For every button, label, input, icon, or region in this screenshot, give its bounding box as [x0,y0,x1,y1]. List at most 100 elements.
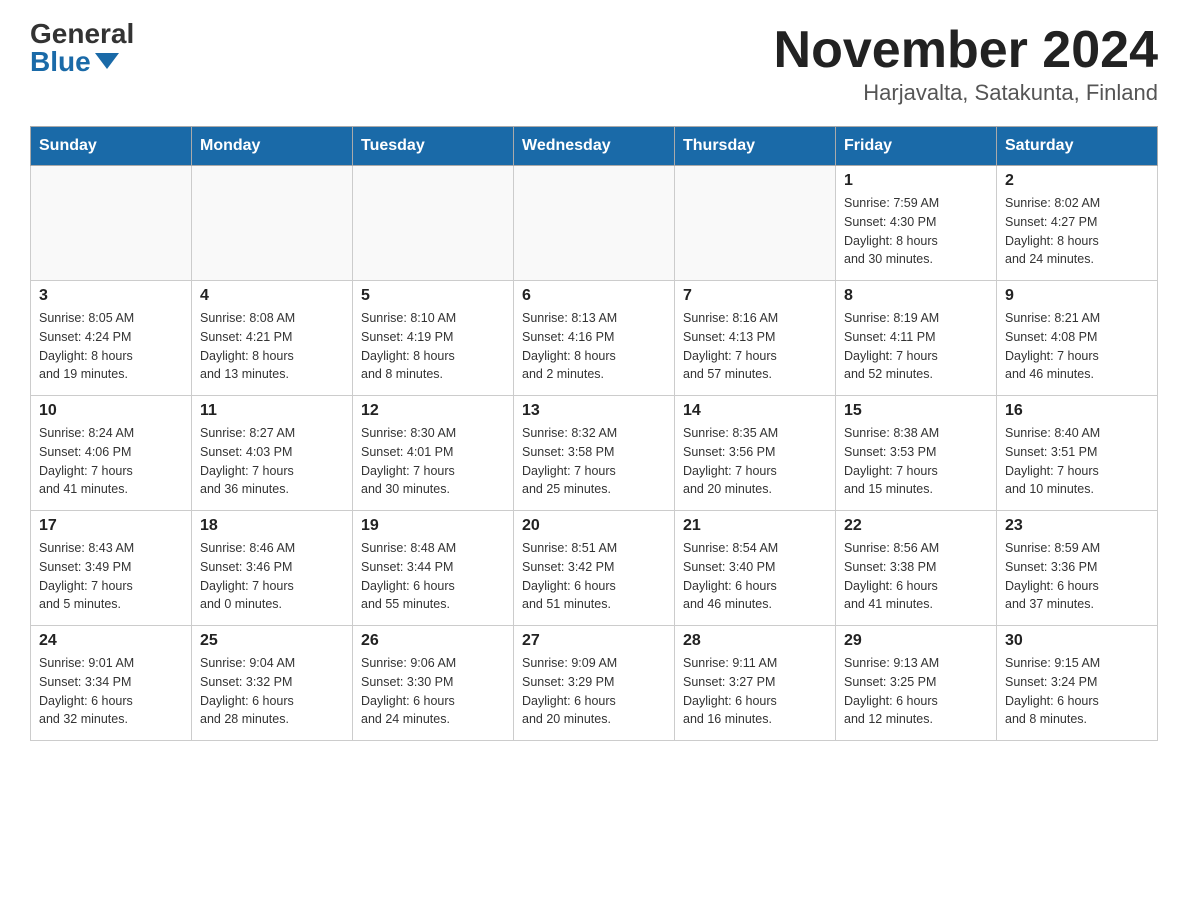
day-info: Sunrise: 8:38 AM Sunset: 3:53 PM Dayligh… [844,424,988,499]
calendar-cell: 30 Sunrise: 9:15 AM Sunset: 3:24 PM Dayli… [997,626,1158,741]
location-text: Harjavalta, Satakunta, Finland [774,80,1158,106]
calendar-cell: 27 Sunrise: 9:09 AM Sunset: 3:29 PM Dayli… [514,626,675,741]
day-number: 14 [683,402,827,420]
calendar-header-row: SundayMondayTuesdayWednesdayThursdayFrid… [31,127,1158,166]
calendar-cell: 19Sunrise: 8:48 AM Sunset: 3:44 PM Dayli… [353,511,514,626]
day-number: 11 [200,402,344,420]
week-row-4: 17 Sunrise: 8:43 AM Sunset: 3:49 PM Dayli… [31,511,1158,626]
day-number: 2 [1005,172,1149,190]
day-number: 13 [522,402,666,420]
week-row-5: 24Sunrise: 9:01 AM Sunset: 3:34 PM Dayli… [31,626,1158,741]
calendar-cell: 26Sunrise: 9:06 AM Sunset: 3:30 PM Dayli… [353,626,514,741]
calendar-cell: 17 Sunrise: 8:43 AM Sunset: 3:49 PM Dayli… [31,511,192,626]
calendar-cell: 5 Sunrise: 8:10 AM Sunset: 4:19 PM Daylig… [353,281,514,396]
calendar-cell [353,166,514,281]
day-number: 12 [361,402,505,420]
calendar-cell: 1 Sunrise: 7:59 AM Sunset: 4:30 PM Daylig… [836,166,997,281]
day-info: Sunrise: 9:09 AM Sunset: 3:29 PM Dayligh… [522,654,666,729]
calendar-cell [192,166,353,281]
day-info: Sunrise: 9:04 AM Sunset: 3:32 PM Dayligh… [200,654,344,729]
day-number: 24 [39,632,183,650]
calendar-cell: 6 Sunrise: 8:13 AM Sunset: 4:16 PM Daylig… [514,281,675,396]
calendar-cell: 3 Sunrise: 8:05 AM Sunset: 4:24 PM Daylig… [31,281,192,396]
day-number: 29 [844,632,988,650]
day-number: 9 [1005,287,1149,305]
calendar-cell [31,166,192,281]
day-number: 6 [522,287,666,305]
day-info: Sunrise: 8:13 AM Sunset: 4:16 PM Dayligh… [522,309,666,384]
day-number: 28 [683,632,827,650]
weekday-header-tuesday: Tuesday [353,127,514,166]
calendar-cell: 23 Sunrise: 8:59 AM Sunset: 3:36 PM Dayli… [997,511,1158,626]
day-number: 10 [39,402,183,420]
day-number: 22 [844,517,988,535]
page-header: General Blue November 2024 Harjavalta, S… [30,20,1158,106]
day-info: Sunrise: 9:13 AM Sunset: 3:25 PM Dayligh… [844,654,988,729]
weekday-header-friday: Friday [836,127,997,166]
day-info: Sunrise: 8:32 AM Sunset: 3:58 PM Dayligh… [522,424,666,499]
calendar-cell: 9 Sunrise: 8:21 AM Sunset: 4:08 PM Daylig… [997,281,1158,396]
day-number: 25 [200,632,344,650]
day-info: Sunrise: 8:10 AM Sunset: 4:19 PM Dayligh… [361,309,505,384]
day-info: Sunrise: 8:56 AM Sunset: 3:38 PM Dayligh… [844,539,988,614]
logo-blue-text: Blue [30,48,119,76]
calendar-table: SundayMondayTuesdayWednesdayThursdayFrid… [30,126,1158,741]
day-info: Sunrise: 8:02 AM Sunset: 4:27 PM Dayligh… [1005,194,1149,269]
day-info: Sunrise: 8:59 AM Sunset: 3:36 PM Dayligh… [1005,539,1149,614]
day-number: 4 [200,287,344,305]
calendar-cell: 28Sunrise: 9:11 AM Sunset: 3:27 PM Dayli… [675,626,836,741]
weekday-header-saturday: Saturday [997,127,1158,166]
weekday-header-sunday: Sunday [31,127,192,166]
calendar-cell: 24Sunrise: 9:01 AM Sunset: 3:34 PM Dayli… [31,626,192,741]
day-number: 5 [361,287,505,305]
calendar-cell: 22 Sunrise: 8:56 AM Sunset: 3:38 PM Dayli… [836,511,997,626]
day-info: Sunrise: 8:43 AM Sunset: 3:49 PM Dayligh… [39,539,183,614]
calendar-cell: 10 Sunrise: 8:24 AM Sunset: 4:06 PM Dayli… [31,396,192,511]
day-info: Sunrise: 8:48 AM Sunset: 3:44 PM Dayligh… [361,539,505,614]
logo: General Blue [30,20,134,76]
day-number: 8 [844,287,988,305]
day-info: Sunrise: 8:05 AM Sunset: 4:24 PM Dayligh… [39,309,183,384]
day-info: Sunrise: 8:08 AM Sunset: 4:21 PM Dayligh… [200,309,344,384]
day-info: Sunrise: 8:30 AM Sunset: 4:01 PM Dayligh… [361,424,505,499]
day-info: Sunrise: 8:24 AM Sunset: 4:06 PM Dayligh… [39,424,183,499]
week-row-2: 3 Sunrise: 8:05 AM Sunset: 4:24 PM Daylig… [31,281,1158,396]
calendar-cell: 29 Sunrise: 9:13 AM Sunset: 3:25 PM Dayli… [836,626,997,741]
day-info: Sunrise: 7:59 AM Sunset: 4:30 PM Dayligh… [844,194,988,269]
calendar-cell: 2 Sunrise: 8:02 AM Sunset: 4:27 PM Daylig… [997,166,1158,281]
day-info: Sunrise: 8:21 AM Sunset: 4:08 PM Dayligh… [1005,309,1149,384]
day-number: 27 [522,632,666,650]
day-info: Sunrise: 8:19 AM Sunset: 4:11 PM Dayligh… [844,309,988,384]
day-number: 30 [1005,632,1149,650]
day-number: 1 [844,172,988,190]
calendar-cell: 16Sunrise: 8:40 AM Sunset: 3:51 PM Dayli… [997,396,1158,511]
day-number: 16 [1005,402,1149,420]
day-number: 15 [844,402,988,420]
week-row-3: 10 Sunrise: 8:24 AM Sunset: 4:06 PM Dayli… [31,396,1158,511]
day-info: Sunrise: 8:16 AM Sunset: 4:13 PM Dayligh… [683,309,827,384]
day-number: 20 [522,517,666,535]
calendar-cell [514,166,675,281]
day-number: 23 [1005,517,1149,535]
day-number: 21 [683,517,827,535]
month-title: November 2024 [774,20,1158,80]
day-number: 7 [683,287,827,305]
calendar-cell [675,166,836,281]
calendar-cell: 4 Sunrise: 8:08 AM Sunset: 4:21 PM Daylig… [192,281,353,396]
day-info: Sunrise: 8:54 AM Sunset: 3:40 PM Dayligh… [683,539,827,614]
calendar-cell: 14 Sunrise: 8:35 AM Sunset: 3:56 PM Dayli… [675,396,836,511]
day-info: Sunrise: 8:35 AM Sunset: 3:56 PM Dayligh… [683,424,827,499]
day-info: Sunrise: 9:06 AM Sunset: 3:30 PM Dayligh… [361,654,505,729]
calendar-cell: 20Sunrise: 8:51 AM Sunset: 3:42 PM Dayli… [514,511,675,626]
week-row-1: 1 Sunrise: 7:59 AM Sunset: 4:30 PM Daylig… [31,166,1158,281]
weekday-header-thursday: Thursday [675,127,836,166]
calendar-cell: 8 Sunrise: 8:19 AM Sunset: 4:11 PM Daylig… [836,281,997,396]
calendar-cell: 18Sunrise: 8:46 AM Sunset: 3:46 PM Dayli… [192,511,353,626]
day-number: 17 [39,517,183,535]
logo-triangle-icon [95,53,119,69]
calendar-cell: 21 Sunrise: 8:54 AM Sunset: 3:40 PM Dayli… [675,511,836,626]
calendar-cell: 11Sunrise: 8:27 AM Sunset: 4:03 PM Dayli… [192,396,353,511]
day-info: Sunrise: 9:15 AM Sunset: 3:24 PM Dayligh… [1005,654,1149,729]
day-number: 3 [39,287,183,305]
day-number: 18 [200,517,344,535]
